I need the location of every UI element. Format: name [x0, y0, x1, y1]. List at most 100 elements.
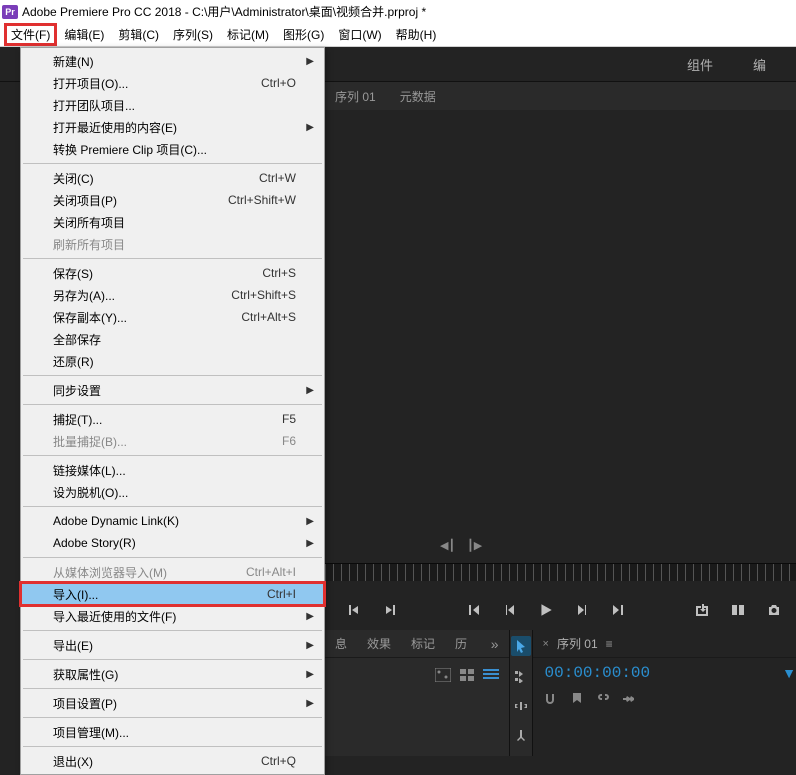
- play-button[interactable]: [537, 601, 555, 619]
- menu-3[interactable]: 序列(S): [166, 23, 220, 46]
- tab-history[interactable]: 历: [455, 635, 467, 652]
- lower-panels: 息 效果 标记 历 » × 序列 01 ≡ 00:00:00:00 ▼: [325, 630, 796, 756]
- tab-markers[interactable]: 标记: [411, 635, 435, 652]
- go-to-in-button[interactable]: [465, 601, 483, 619]
- menu-item-12[interactable]: 另存为(A)...Ctrl+Shift+S: [21, 284, 324, 306]
- menu-item-23[interactable]: 设为脱机(O)...: [21, 481, 324, 503]
- tools-panel: [510, 630, 533, 756]
- step-forward-button[interactable]: [573, 601, 591, 619]
- menu-item-1[interactable]: 打开项目(O)...Ctrl+O: [21, 72, 324, 94]
- menu-item-label: 刷新所有项目: [53, 236, 296, 253]
- menu-shortcut: Ctrl+S: [262, 266, 296, 280]
- source-panel-tabs: 序列 01 元数据: [325, 82, 796, 110]
- link-icon[interactable]: [595, 692, 611, 706]
- menu-item-13[interactable]: 保存副本(Y)...Ctrl+Alt+S: [21, 306, 324, 328]
- submenu-arrow-icon: ▶: [306, 516, 314, 527]
- menu-shortcut: Ctrl+Alt+I: [246, 565, 296, 579]
- list-view-icon[interactable]: [483, 668, 499, 682]
- menu-separator: [23, 258, 322, 259]
- timecode-display[interactable]: 00:00:00:00: [533, 658, 663, 688]
- menu-item-22[interactable]: 链接媒体(L)...: [21, 459, 324, 481]
- export-frame-button[interactable]: [693, 601, 711, 619]
- menu-item-label: 保存副本(Y)...: [53, 309, 241, 326]
- menu-item-3[interactable]: 打开最近使用的内容(E)▶: [21, 116, 324, 138]
- freeform-view-icon[interactable]: [435, 668, 451, 682]
- timeline-menu-icon[interactable]: ≡: [606, 637, 613, 651]
- menu-6[interactable]: 窗口(W): [331, 23, 388, 46]
- menu-7[interactable]: 帮助(H): [389, 23, 444, 46]
- menu-item-14[interactable]: 全部保存: [21, 328, 324, 350]
- razor-tool[interactable]: [511, 726, 531, 746]
- submenu-arrow-icon: ▶: [306, 698, 314, 709]
- menu-item-40[interactable]: 退出(X)Ctrl+Q: [21, 750, 324, 772]
- menu-item-26[interactable]: Adobe Story(R)▶: [21, 532, 324, 554]
- go-to-out-button[interactable]: [609, 601, 627, 619]
- menu-shortcut: F6: [282, 434, 296, 448]
- icon-view-icon[interactable]: [459, 668, 475, 682]
- timeline-close-icon[interactable]: ×: [543, 638, 549, 650]
- panel-tab-metadata[interactable]: 元数据: [400, 88, 436, 105]
- workspace-tab-edit[interactable]: 编: [733, 47, 786, 82]
- ripple-edit-tool[interactable]: [511, 696, 531, 716]
- menu-item-25[interactable]: Adobe Dynamic Link(K)▶: [21, 510, 324, 532]
- panel-tab-sequence[interactable]: 序列 01: [335, 88, 376, 105]
- menu-item-7[interactable]: 关闭项目(P)Ctrl+Shift+W: [21, 189, 324, 211]
- menu-item-15[interactable]: 还原(R): [21, 350, 324, 372]
- menu-item-0[interactable]: 新建(N)▶: [21, 50, 324, 72]
- menu-item-label: 导入(I)...: [53, 586, 267, 603]
- menu-item-label: 关闭项目(P): [53, 192, 228, 209]
- menu-item-38[interactable]: 项目管理(M)...: [21, 721, 324, 743]
- selection-tool[interactable]: [511, 636, 531, 656]
- menu-separator: [23, 659, 322, 660]
- track-select-tool[interactable]: [511, 666, 531, 686]
- time-ruler[interactable]: [325, 563, 796, 581]
- tab-info[interactable]: 息: [335, 635, 347, 652]
- menu-1[interactable]: 编辑(E): [57, 23, 111, 46]
- submenu-arrow-icon: ▶: [306, 669, 314, 680]
- menu-item-6[interactable]: 关闭(C)Ctrl+W: [21, 167, 324, 189]
- menu-item-label: 链接媒体(L)...: [53, 462, 296, 479]
- comparison-view-button[interactable]: [729, 601, 747, 619]
- menu-shortcut: Ctrl+Q: [261, 754, 296, 768]
- menu-item-17[interactable]: 同步设置▶: [21, 379, 324, 401]
- step-back-button[interactable]: [501, 601, 519, 619]
- menu-item-label: 批量捕捉(B)...: [53, 433, 282, 450]
- menu-item-34[interactable]: 获取属性(G)▶: [21, 663, 324, 685]
- menu-item-4[interactable]: 转换 Premiere Clip 项目(C)...: [21, 138, 324, 160]
- settings-icon[interactable]: [621, 692, 637, 706]
- workspace-tab-components[interactable]: 组件: [667, 47, 733, 82]
- menu-item-32[interactable]: 导出(E)▶: [21, 634, 324, 656]
- menu-item-label: 从媒体浏览器导入(M): [53, 564, 246, 581]
- menu-2[interactable]: 剪辑(C): [111, 23, 166, 46]
- menu-item-19[interactable]: 捕捉(T)...F5: [21, 408, 324, 430]
- menu-bar: 文件(F)编辑(E)剪辑(C)序列(S)标记(M)图形(G)窗口(W)帮助(H): [0, 23, 796, 47]
- snap-icon[interactable]: [543, 692, 559, 706]
- menu-0[interactable]: 文件(F): [4, 23, 57, 46]
- menu-item-label: 关闭所有项目: [53, 214, 296, 231]
- camera-button[interactable]: [765, 601, 783, 619]
- menu-separator: [23, 717, 322, 718]
- menu-item-label: 退出(X): [53, 753, 261, 770]
- menu-item-29[interactable]: 导入(I)...Ctrl+I: [21, 583, 324, 605]
- menu-separator: [23, 375, 322, 376]
- transport-controls: [325, 590, 796, 630]
- app-icon: Pr: [2, 5, 18, 19]
- submenu-arrow-icon: ▶: [306, 538, 314, 549]
- menu-item-36[interactable]: 项目设置(P)▶: [21, 692, 324, 714]
- menu-item-11[interactable]: 保存(S)Ctrl+S: [21, 262, 324, 284]
- menu-item-8[interactable]: 关闭所有项目: [21, 211, 324, 233]
- menu-shortcut: Ctrl+Shift+S: [231, 288, 296, 302]
- mark-out-button[interactable]: [381, 601, 399, 619]
- mark-in-button[interactable]: [345, 601, 363, 619]
- playhead-icon[interactable]: ▼: [782, 665, 796, 681]
- panel-overflow-button[interactable]: »: [491, 636, 499, 652]
- marker-icon[interactable]: [569, 692, 585, 706]
- menu-separator: [23, 506, 322, 507]
- menu-item-30[interactable]: 导入最近使用的文件(F)▶: [21, 605, 324, 627]
- menu-item-2[interactable]: 打开团队项目...: [21, 94, 324, 116]
- submenu-arrow-icon: ▶: [306, 385, 314, 396]
- menu-5[interactable]: 图形(G): [276, 23, 331, 46]
- project-panel-tabs: 息 效果 标记 历 »: [325, 630, 509, 658]
- tab-effects[interactable]: 效果: [367, 635, 391, 652]
- menu-4[interactable]: 标记(M): [220, 23, 276, 46]
